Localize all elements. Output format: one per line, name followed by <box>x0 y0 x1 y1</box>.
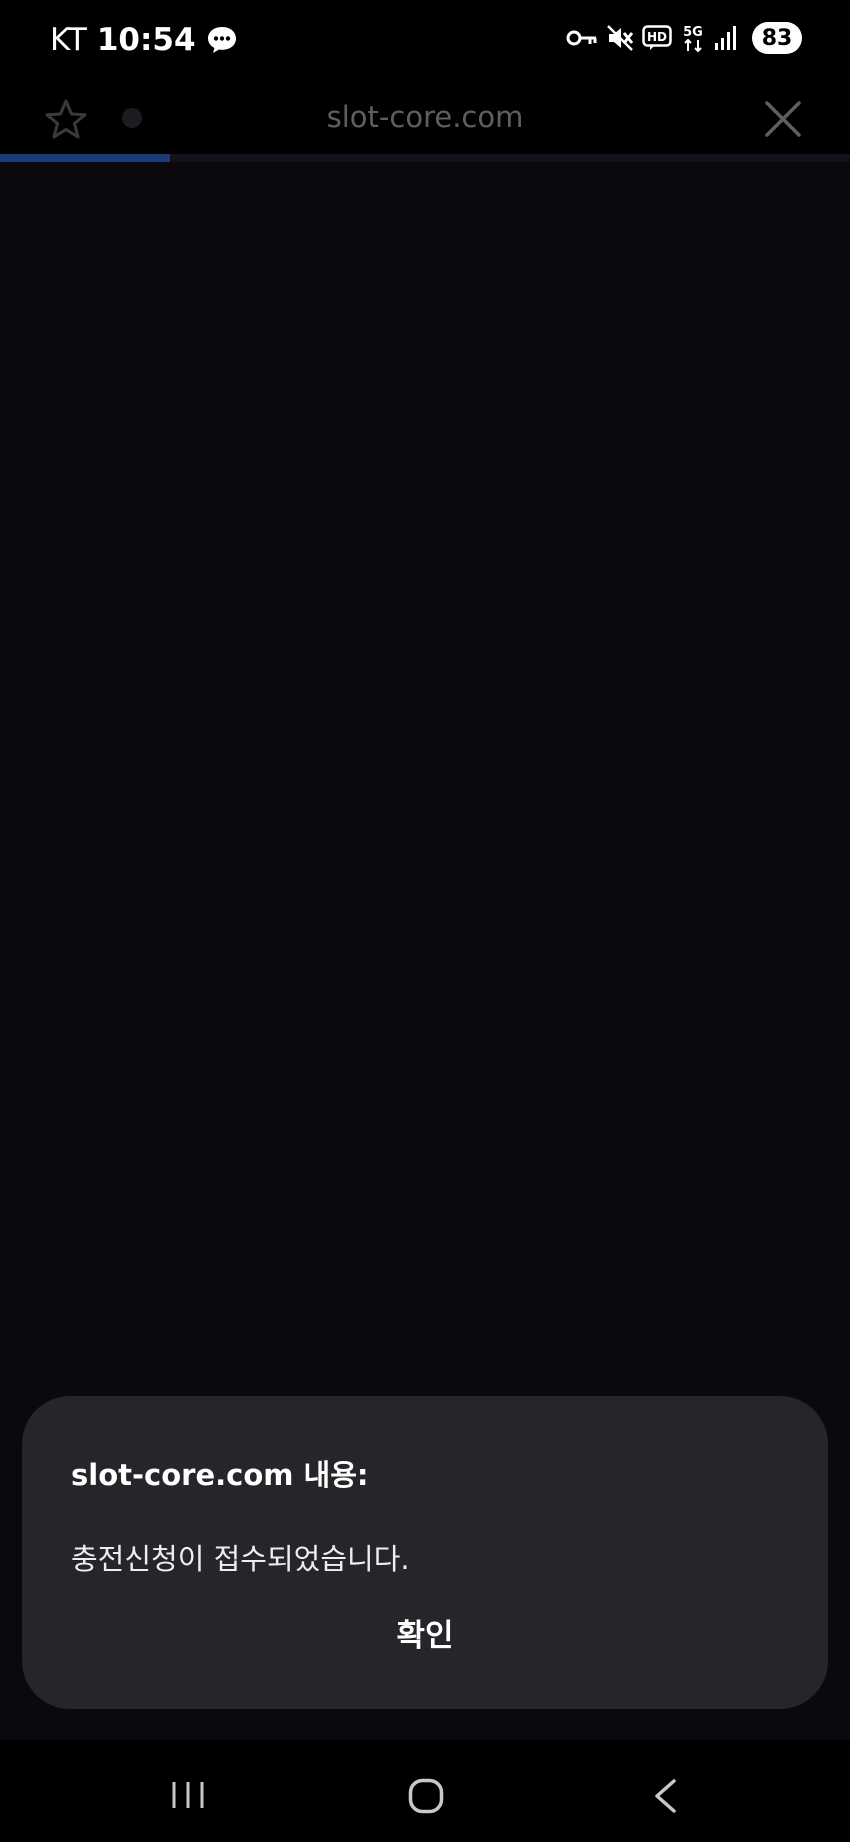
battery-indicator: 83 <box>752 22 802 54</box>
loading-progress-bar <box>0 154 850 162</box>
close-icon[interactable] <box>762 98 804 140</box>
status-left: KT 10:54 <box>50 22 238 58</box>
dialog-title: slot-core.com 내용: <box>71 1458 369 1492</box>
screen: KT 10:54 HD 5G 83 slot-core.com slot-cor… <box>0 0 850 1842</box>
svg-text:HD: HD <box>647 30 667 44</box>
back-icon[interactable] <box>652 1778 678 1814</box>
alert-dialog: slot-core.com 내용: 충전신청이 접수되었습니다. 확인 <box>22 1396 828 1709</box>
loading-progress-fill <box>0 154 170 162</box>
message-icon <box>207 27 236 53</box>
status-right: HD 5G 83 <box>566 22 802 54</box>
hd-voice-icon: HD <box>642 25 672 50</box>
navigation-bar <box>0 1740 850 1842</box>
carrier-label: KT <box>50 22 87 58</box>
signal-icon <box>715 26 736 50</box>
clock: 10:54 <box>96 22 196 58</box>
vpn-key-icon <box>566 30 597 46</box>
status-bar: KT 10:54 HD 5G 83 <box>0 0 850 80</box>
dialog-ok-button[interactable]: 확인 <box>22 1610 828 1655</box>
dialog-message: 충전신청이 접수되었습니다. <box>71 1542 410 1576</box>
home-icon[interactable] <box>408 1778 444 1814</box>
mute-icon <box>607 25 634 51</box>
loading-dot-icon <box>122 108 142 128</box>
network-5g-icon: 5G <box>683 25 703 53</box>
recents-icon[interactable] <box>171 1780 205 1810</box>
network-label: 5G <box>683 25 703 40</box>
